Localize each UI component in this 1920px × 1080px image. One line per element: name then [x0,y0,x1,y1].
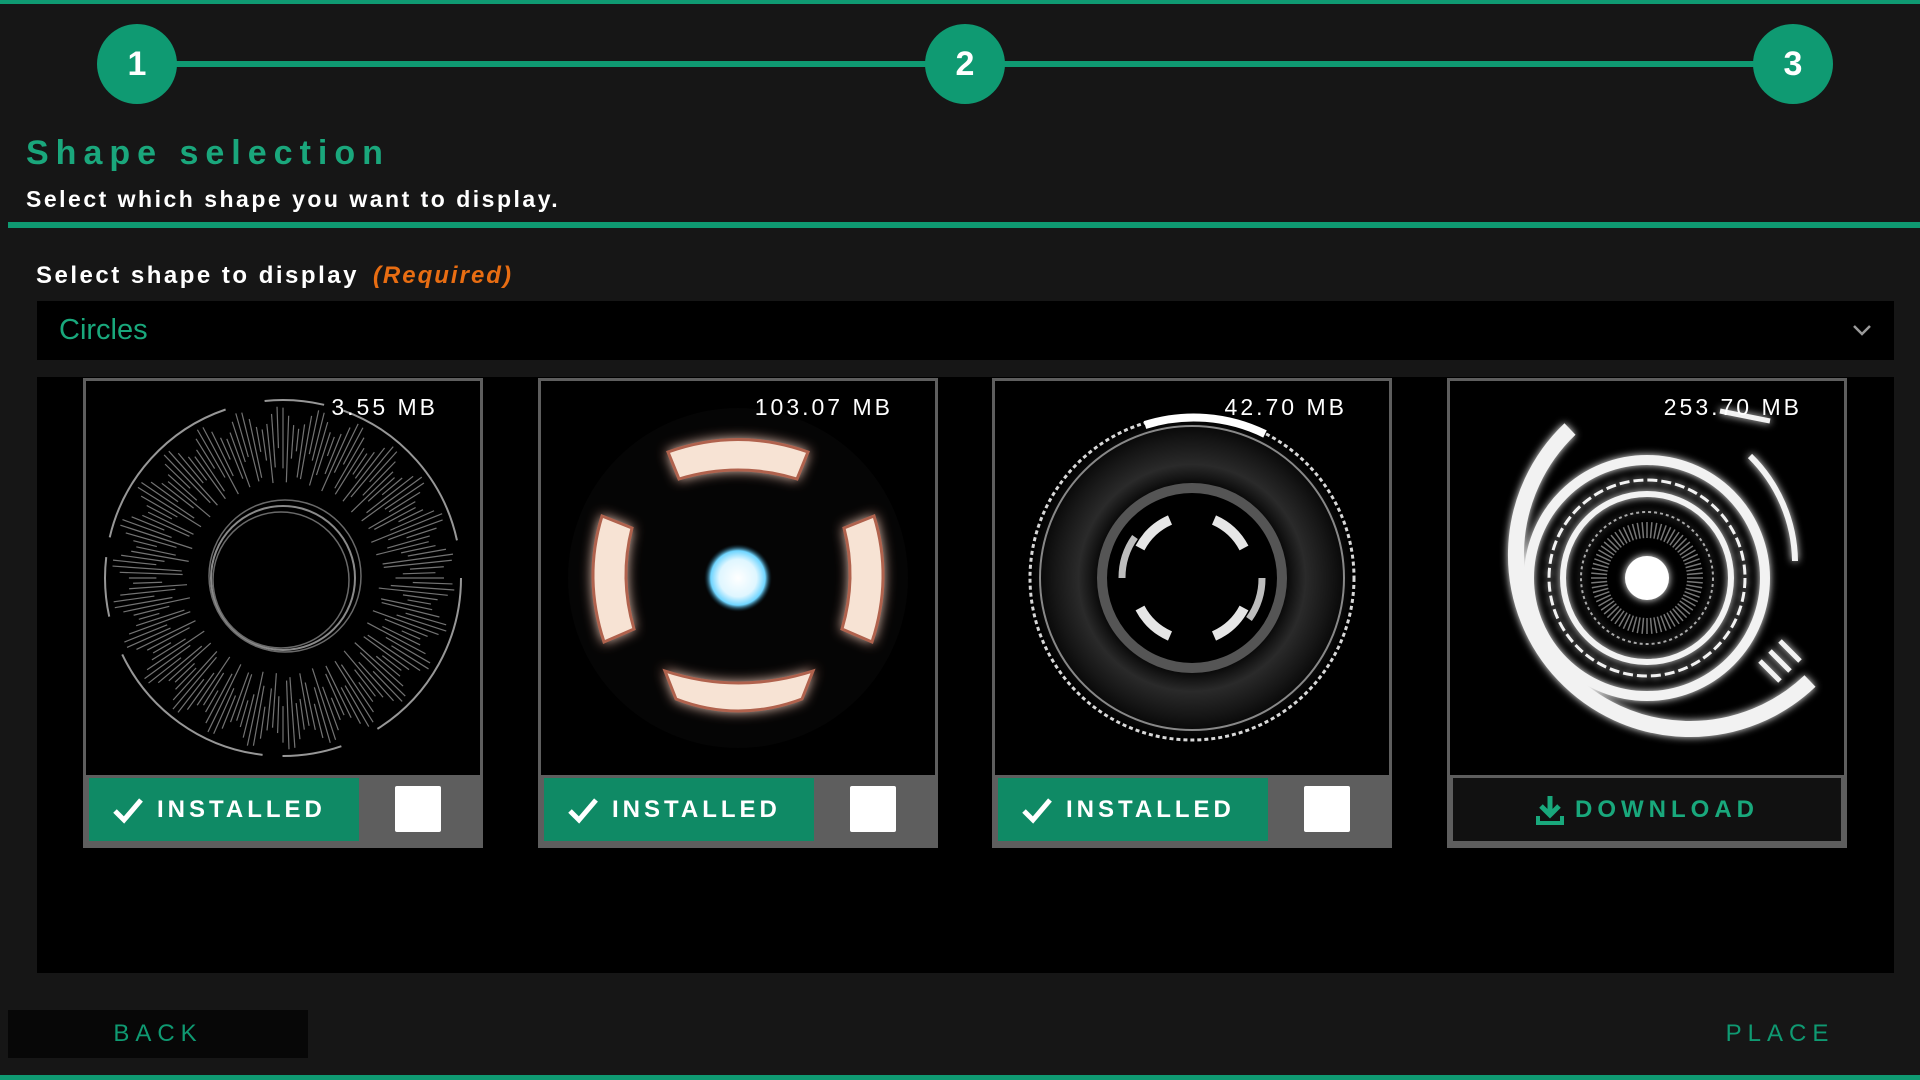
card-action-bar: INSTALLED [86,775,480,845]
card-action-bar: DOWNLOAD [1450,775,1844,845]
back-button[interactable]: BACK [8,1010,308,1058]
installed-status-button[interactable]: INSTALLED [998,778,1268,841]
installed-status-button[interactable]: INSTALLED [544,778,814,841]
file-size-label: 103.07 MB [754,394,893,420]
shape-preview-ring [1028,413,1356,742]
step-1-indicator[interactable]: 1 [97,24,177,104]
header-divider [8,222,1920,228]
step-2-indicator[interactable]: 2 [925,24,1005,104]
card-action-bar: INSTALLED [995,775,1389,845]
place-button[interactable]: PLACE [1680,1010,1880,1058]
select-checkbox[interactable] [1304,786,1350,832]
shape-card-2[interactable]: 103.07 MB INSTALLED [538,378,938,848]
step-3-indicator[interactable]: 3 [1753,24,1833,104]
select-value: Circles [59,314,148,346]
page-title: Shape selection [26,134,390,172]
field-label-text: Select shape to display [36,262,359,289]
select-checkbox[interactable] [850,786,896,832]
step-connector [176,61,928,67]
required-label: (Required) [372,262,513,289]
stepper: 1 2 3 [0,0,1920,110]
shape-preview-hud [1508,408,1816,737]
bottom-accent-line [0,1075,1920,1080]
installed-label: INSTALLED [1066,795,1235,823]
installed-status-button[interactable]: INSTALLED [89,778,359,841]
checkmark-icon [568,797,598,824]
page-subtitle: Select which shape you want to display. [26,186,561,212]
file-size-label: 42.70 MB [1224,394,1347,420]
step-connector [1004,61,1756,67]
download-button[interactable]: DOWNLOAD [1453,778,1841,841]
shape-category-select[interactable]: Circles [37,301,1894,360]
checkmark-icon [113,797,143,824]
shape-field-label: Select shape to display (Required) [36,262,513,290]
checkmark-icon [1022,797,1052,824]
card-action-bar: INSTALLED [541,775,935,845]
shape-card-1[interactable]: 3.55 MB INSTALLED [83,378,483,848]
shape-card-4[interactable]: 253.70 MB DOWNLOAD [1447,378,1847,848]
file-size-label: 253.70 MB [1663,394,1802,420]
file-size-label: 3.55 MB [331,394,438,420]
installed-label: INSTALLED [612,795,781,823]
shape-preview-audio-ring [104,399,462,757]
select-checkbox[interactable] [395,786,441,832]
shape-preview-glow-segments [568,408,908,748]
shape-card-3[interactable]: 42.70 MB INSTALLED [992,378,1392,848]
installed-label: INSTALLED [157,795,326,823]
download-label: DOWNLOAD [1575,795,1759,823]
chevron-down-icon [1852,319,1872,342]
download-icon [1536,795,1564,825]
